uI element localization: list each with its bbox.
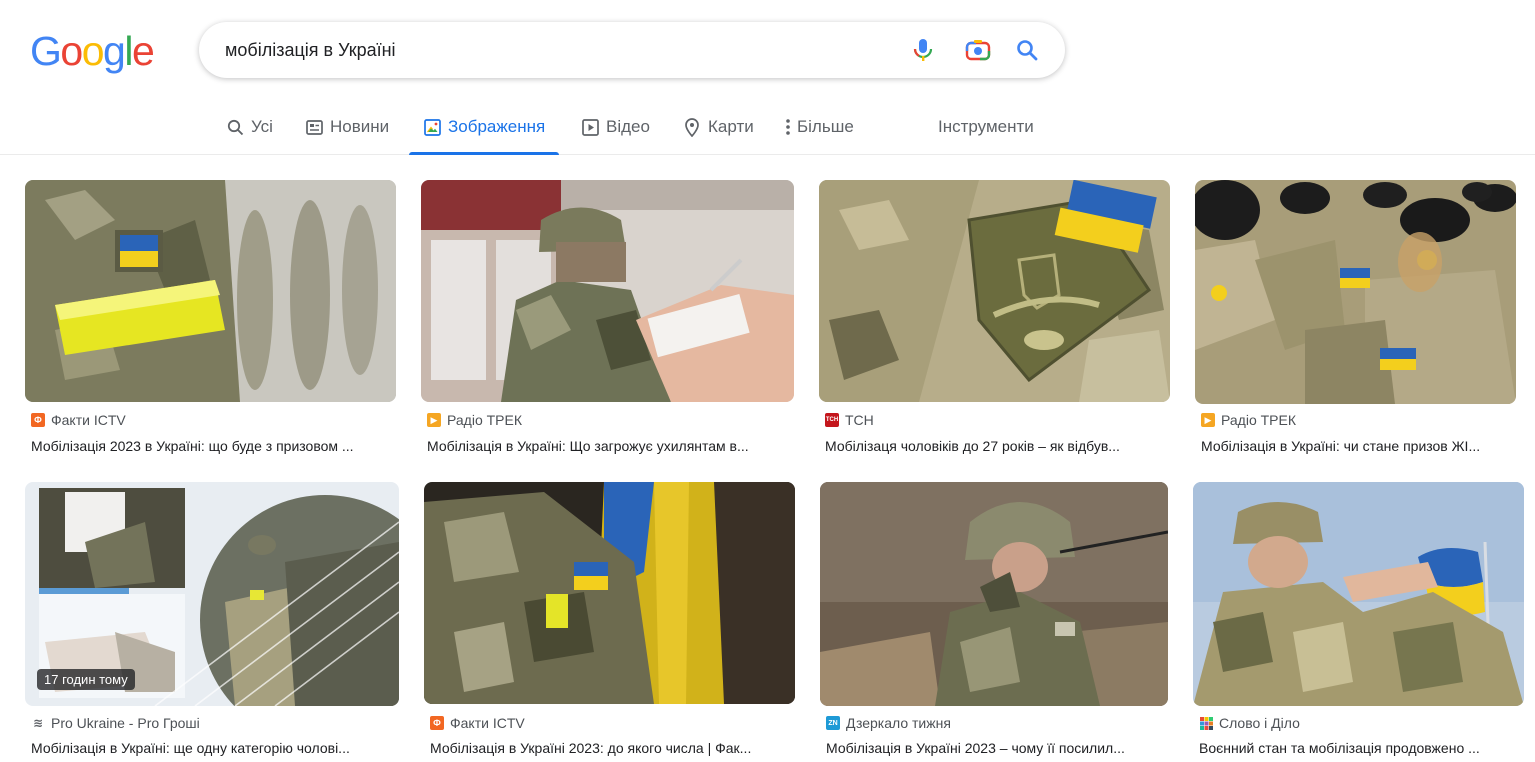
- result-thumbnail[interactable]: [819, 180, 1170, 402]
- result-title[interactable]: Мобілізація в Україні: ще одну категорію…: [31, 740, 397, 756]
- more-vert-icon: [783, 118, 793, 136]
- play-icon: [581, 118, 599, 136]
- result-thumbnail[interactable]: [424, 482, 795, 704]
- google-logo[interactable]: Google: [30, 28, 155, 74]
- source-name: Слово і Діло: [1219, 715, 1300, 731]
- tab-news[interactable]: Новини: [305, 100, 389, 154]
- result-title[interactable]: Воєнний стан та мобілізація продовжено .…: [1199, 740, 1523, 756]
- result-thumbnail[interactable]: [421, 180, 794, 402]
- result-thumbnail[interactable]: [1193, 482, 1524, 706]
- image-result[interactable]: Ф Факти ICTV Мобілізація в Україні 2023:…: [424, 482, 795, 762]
- result-title[interactable]: Мобілізація 2023 в Україні: що буде з пр…: [31, 438, 393, 454]
- result-source[interactable]: ▶ Радіо ТРЕК: [1201, 412, 1296, 428]
- logo-letter: e: [131, 28, 155, 74]
- search-tabs: Усі Новини Зображення Відео Карти Більше…: [0, 100, 1535, 155]
- radiotrek-favicon: ▶: [1201, 413, 1215, 427]
- result-source[interactable]: ZN Дзеркало тижня: [826, 715, 951, 731]
- source-name: Факти ICTV: [51, 412, 126, 428]
- logo-letter: o: [60, 28, 83, 74]
- result-title[interactable]: Мобілізація в Україні: чи стане призов Ж…: [1201, 438, 1516, 454]
- radiotrek-favicon: ▶: [427, 413, 441, 427]
- result-title[interactable]: Мобілізація в Україні: Що загрожує ухиля…: [427, 438, 789, 454]
- zn-favicon: ZN: [826, 716, 840, 730]
- tab-video[interactable]: Відео: [581, 100, 650, 154]
- tools-button[interactable]: Інструменти: [938, 100, 1034, 154]
- result-title[interactable]: Мобілізаця чоловіків до 27 років – як ві…: [825, 438, 1167, 454]
- result-source[interactable]: TCH ТСН: [825, 412, 874, 428]
- result-source[interactable]: Ф Факти ICTV: [31, 412, 126, 428]
- result-title[interactable]: Мобілізація в Україні 2023 – чому її пос…: [826, 740, 1166, 756]
- map-pin-icon: [683, 117, 701, 137]
- image-icon: [423, 118, 441, 136]
- source-name: Радіо ТРЕК: [447, 412, 522, 428]
- tab-label: Більше: [797, 117, 854, 136]
- tab-more[interactable]: Більше: [783, 100, 854, 154]
- tab-label: Зображення: [448, 117, 546, 136]
- time-badge: 17 годин тому: [37, 669, 135, 690]
- search-box: [199, 22, 1065, 78]
- tab-label: Відео: [606, 117, 650, 136]
- source-name: Радіо ТРЕК: [1221, 412, 1296, 428]
- ictv-favicon: Ф: [430, 716, 444, 730]
- tab-images[interactable]: Зображення: [409, 100, 560, 155]
- result-thumbnail[interactable]: [25, 180, 396, 402]
- image-result[interactable]: ZN Дзеркало тижня Мобілізація в Україні …: [820, 482, 1168, 762]
- tsn-favicon: TCH: [825, 413, 839, 427]
- result-source[interactable]: Слово і Діло: [1199, 715, 1300, 731]
- source-name: ТСН: [845, 412, 874, 428]
- news-icon: [305, 118, 323, 136]
- result-thumbnail[interactable]: 17 годин тому: [25, 482, 399, 706]
- search-icon[interactable]: [1013, 36, 1041, 64]
- image-result[interactable]: ▶ Радіо ТРЕК Мобілізація в Україні: Що з…: [421, 180, 794, 460]
- tab-label: Усі: [251, 117, 273, 136]
- result-source[interactable]: ▶ Радіо ТРЕК: [427, 412, 522, 428]
- image-result[interactable]: ▶ Радіо ТРЕК Мобілізація в Україні: чи с…: [1195, 180, 1516, 460]
- source-name: Дзеркало тижня: [846, 715, 951, 731]
- proukraine-favicon: ≋: [31, 716, 45, 730]
- image-result[interactable]: Ф Факти ICTV Мобілізація 2023 в Україні:…: [25, 180, 396, 460]
- logo-letter: g: [103, 28, 126, 74]
- image-result[interactable]: Слово і Діло Воєнний стан та мобілізація…: [1193, 482, 1524, 762]
- source-name: Pro Ukraine - Pro Гроші: [51, 715, 200, 731]
- logo-letter: G: [30, 28, 62, 74]
- source-name: Факти ICTV: [450, 715, 525, 731]
- search-input[interactable]: [225, 22, 885, 78]
- logo-letter: o: [81, 28, 105, 74]
- result-source[interactable]: Ф Факти ICTV: [430, 715, 525, 731]
- tab-label: Карти: [708, 117, 754, 136]
- result-thumbnail[interactable]: [820, 482, 1168, 706]
- tab-all[interactable]: Усі: [226, 100, 273, 154]
- camera-lens-icon[interactable]: [964, 36, 992, 64]
- tab-label: Новини: [330, 117, 390, 136]
- result-thumbnail[interactable]: [1195, 180, 1516, 404]
- search-icon: [226, 118, 244, 136]
- tab-maps[interactable]: Карти: [683, 100, 754, 154]
- image-result[interactable]: 17 годин тому ≋ Pro Ukraine - Pro Гроші …: [25, 482, 399, 762]
- tools-label: Інструменти: [938, 117, 1034, 136]
- ictv-favicon: Ф: [31, 413, 45, 427]
- logo-letter: l: [124, 28, 133, 74]
- image-result[interactable]: TCH ТСН Мобілізаця чоловіків до 27 років…: [819, 180, 1170, 460]
- slovoidilo-favicon: [1199, 716, 1213, 730]
- result-title[interactable]: Мобілізація в Україні 2023: до якого чис…: [430, 740, 792, 756]
- microphone-icon[interactable]: [909, 36, 937, 64]
- result-source[interactable]: ≋ Pro Ukraine - Pro Гроші: [31, 715, 200, 731]
